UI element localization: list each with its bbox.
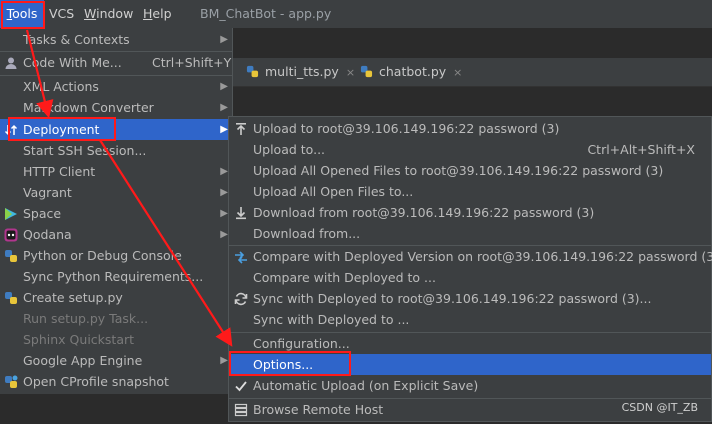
arrow-tools-to-deployment (25, 29, 54, 119)
watermark: CSDN @IT_ZB (621, 401, 698, 414)
arrow-deployment-to-options (99, 139, 233, 347)
annotation-arrows (25, 29, 233, 347)
